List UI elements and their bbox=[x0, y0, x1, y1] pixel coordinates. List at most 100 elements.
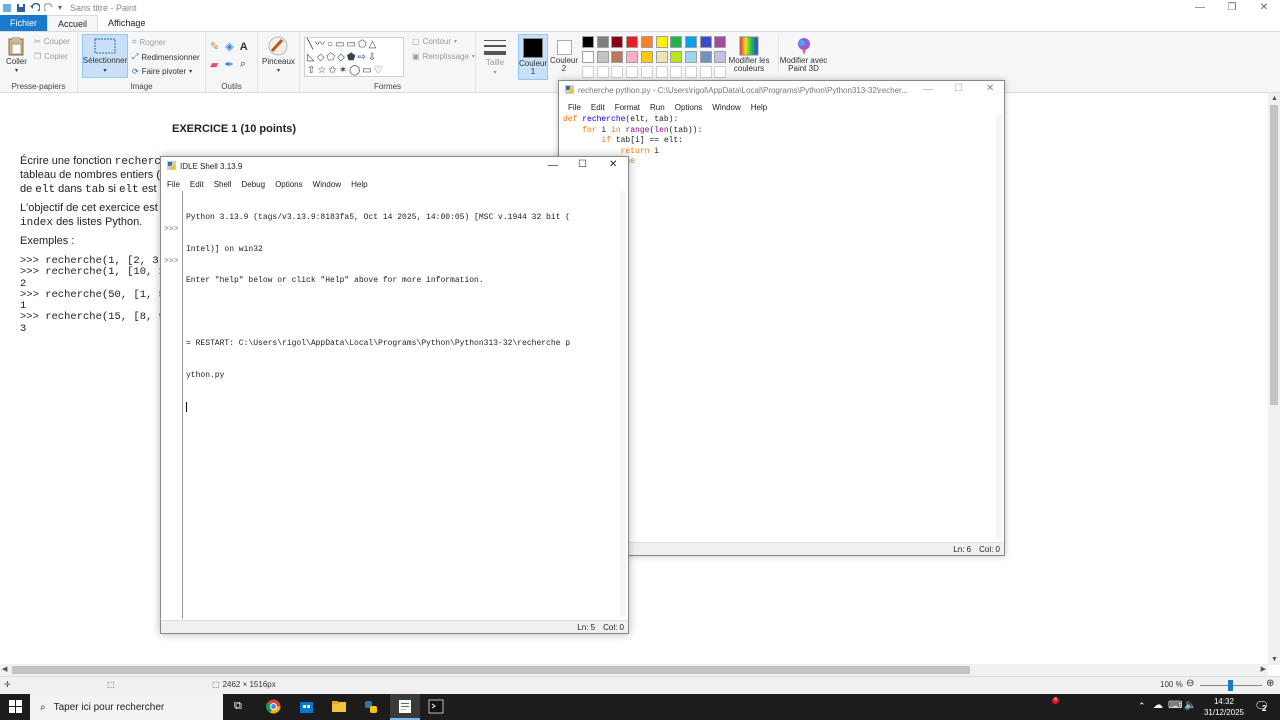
text-icon[interactable]: A bbox=[240, 41, 248, 53]
task-view-icon[interactable]: ⧉ bbox=[234, 700, 242, 713]
palette-swatch[interactable] bbox=[714, 36, 727, 48]
python-icon[interactable] bbox=[363, 699, 379, 717]
resize-button[interactable]: ⤢ Redimensionner bbox=[132, 52, 200, 62]
color2-button[interactable]: Couleur 2 bbox=[549, 34, 579, 80]
paint3d-button[interactable]: Modifier avec Paint 3D bbox=[778, 36, 828, 73]
cut-button[interactable]: ✂ Couper bbox=[34, 37, 70, 46]
editor-menu-format[interactable]: Format bbox=[610, 103, 645, 112]
palette-empty-swatch[interactable] bbox=[596, 66, 609, 78]
palette-swatch[interactable] bbox=[582, 36, 594, 48]
shell-menu-shell[interactable]: Shell bbox=[209, 180, 237, 189]
palette-swatch[interactable] bbox=[699, 36, 712, 48]
rotate-button[interactable]: ⟳ Faire pivoter ▾ bbox=[132, 67, 192, 76]
palette-swatch[interactable] bbox=[640, 51, 653, 63]
tab-accueil[interactable]: Accueil bbox=[47, 15, 99, 31]
maximize-icon[interactable]: ❐ bbox=[1216, 0, 1248, 15]
palette-swatch[interactable] bbox=[596, 51, 609, 63]
taskbar-search-box[interactable]: ⌕ Taper ici pour rechercher bbox=[30, 694, 223, 720]
terminal-icon[interactable] bbox=[428, 699, 444, 716]
horizontal-scroll-thumb[interactable] bbox=[12, 666, 970, 674]
shell-menu-window[interactable]: Window bbox=[308, 180, 346, 189]
palette-empty-swatch[interactable] bbox=[611, 66, 624, 78]
palette-swatch[interactable] bbox=[655, 51, 668, 63]
palette-swatch[interactable] bbox=[670, 51, 683, 63]
palette-swatch[interactable] bbox=[582, 51, 594, 63]
edit-colors-button[interactable]: Modifier les couleurs bbox=[727, 36, 771, 73]
palette-swatch[interactable] bbox=[670, 36, 683, 48]
shell-minimize-icon[interactable]: — bbox=[548, 160, 558, 171]
palette-empty-swatch[interactable] bbox=[714, 66, 727, 78]
idle-shell-window[interactable]: IDLE Shell 3.13.9 — ☐ ✕ File Edit Shell … bbox=[160, 156, 629, 634]
minimize-icon[interactable]: — bbox=[1184, 0, 1216, 15]
magnifier-icon[interactable]: ⌕ bbox=[240, 58, 246, 71]
network-icon[interactable]: ⌨ bbox=[1168, 700, 1182, 711]
palette-swatch[interactable] bbox=[611, 36, 624, 48]
shell-menu-edit[interactable]: Edit bbox=[185, 180, 209, 189]
paint-vertical-scrollbar[interactable]: ▲ ▼ bbox=[1268, 93, 1280, 665]
volume-icon[interactable]: 🔈 bbox=[1184, 700, 1196, 711]
color-picker-icon[interactable]: ✒ bbox=[224, 58, 233, 71]
fill-icon[interactable]: ◈ bbox=[225, 40, 233, 53]
clock[interactable]: 14:32 31/12/2025 bbox=[1198, 696, 1250, 718]
tab-fichier[interactable]: Fichier bbox=[0, 15, 48, 31]
palette-swatch[interactable] bbox=[714, 51, 727, 63]
editor-menu-window[interactable]: Window bbox=[707, 103, 745, 112]
vertical-scroll-thumb[interactable] bbox=[1270, 105, 1278, 405]
shell-scrollbar[interactable] bbox=[620, 191, 626, 617]
palette-swatch[interactable] bbox=[684, 51, 697, 63]
shell-menu-help[interactable]: Help bbox=[346, 180, 372, 189]
palette-swatch[interactable] bbox=[596, 36, 609, 48]
undo-icon[interactable] bbox=[30, 2, 41, 13]
store-icon[interactable] bbox=[299, 699, 314, 716]
start-button[interactable] bbox=[9, 700, 22, 715]
zoom-slider-thumb[interactable] bbox=[1228, 680, 1233, 691]
redo-icon[interactable] bbox=[43, 2, 54, 13]
shapes-gallery[interactable]: ╲〰○▭▭⬠△ ◺◇⬠◇⬟⇨⇩ ⇧☆✩✶◯▭♡ bbox=[304, 37, 404, 77]
shell-maximize-icon[interactable]: ☐ bbox=[578, 159, 587, 170]
palette-swatch[interactable] bbox=[640, 36, 653, 48]
palette-empty-swatch[interactable] bbox=[582, 66, 594, 78]
eraser-icon[interactable]: ▰ bbox=[210, 58, 218, 71]
brushes-button[interactable]: Pinceaux ▾ bbox=[262, 36, 295, 74]
palette-empty-swatch[interactable] bbox=[684, 66, 697, 78]
file-explorer-icon[interactable] bbox=[331, 699, 347, 716]
palette-swatch[interactable] bbox=[611, 51, 624, 63]
select-button[interactable]: Sélectionner ▾ bbox=[82, 34, 128, 78]
palette-swatch[interactable] bbox=[655, 36, 668, 48]
palette-swatch[interactable] bbox=[626, 51, 639, 63]
editor-menu-options[interactable]: Options bbox=[670, 103, 708, 112]
paste-button[interactable]: Coller ▾ bbox=[6, 36, 27, 74]
palette-empty-swatch[interactable] bbox=[699, 66, 712, 78]
fill-button[interactable]: ▣ Remplissage ▾ bbox=[412, 52, 475, 61]
show-hidden-icons-icon[interactable]: ⌃ bbox=[1138, 701, 1146, 712]
crop-button[interactable]: ⌗ Rogner bbox=[132, 37, 166, 47]
customize-quick-access-icon[interactable]: ▾ bbox=[58, 3, 62, 12]
editor-close-icon[interactable]: ✕ bbox=[986, 83, 994, 94]
editor-menu-help[interactable]: Help bbox=[746, 103, 772, 112]
outline-button[interactable]: ▢ Contour ▾ bbox=[412, 37, 457, 46]
shell-close-icon[interactable]: ✕ bbox=[609, 159, 617, 170]
editor-scrollbar[interactable] bbox=[996, 115, 1002, 539]
paint-horizontal-scrollbar[interactable]: ◀ ▶ bbox=[0, 664, 1268, 676]
editor-maximize-icon[interactable]: ☐ bbox=[954, 83, 963, 94]
palette-empty-swatch[interactable] bbox=[640, 66, 653, 78]
editor-menu-edit[interactable]: Edit bbox=[586, 103, 610, 112]
editor-minimize-icon[interactable]: — bbox=[923, 84, 933, 95]
zoom-in-icon[interactable]: ⊕ bbox=[1266, 678, 1274, 689]
onedrive-icon[interactable]: ☁ bbox=[1153, 700, 1163, 711]
editor-menu-file[interactable]: File bbox=[563, 103, 586, 112]
chrome-icon[interactable] bbox=[265, 699, 281, 716]
pencil-icon[interactable]: ✎ bbox=[210, 40, 219, 53]
shell-menu-options[interactable]: Options bbox=[270, 180, 308, 189]
size-button[interactable]: Taille ▾ bbox=[483, 38, 507, 76]
palette-empty-swatch[interactable] bbox=[670, 66, 683, 78]
close-icon[interactable]: ✕ bbox=[1248, 0, 1280, 15]
taskbar-paint-app[interactable] bbox=[390, 694, 420, 720]
shell-output[interactable]: Python 3.13.9 (tags/v3.13.9:8183fa5, Oct… bbox=[186, 192, 570, 433]
tab-affichage[interactable]: Affichage bbox=[98, 15, 155, 31]
shell-menu-debug[interactable]: Debug bbox=[236, 180, 270, 189]
copy-button[interactable]: ❐ Copier bbox=[34, 52, 68, 61]
zoom-out-icon[interactable]: ⊖ bbox=[1186, 678, 1194, 689]
color1-button[interactable]: Couleur 1 bbox=[518, 34, 548, 80]
palette-empty-swatch[interactable] bbox=[626, 66, 639, 78]
